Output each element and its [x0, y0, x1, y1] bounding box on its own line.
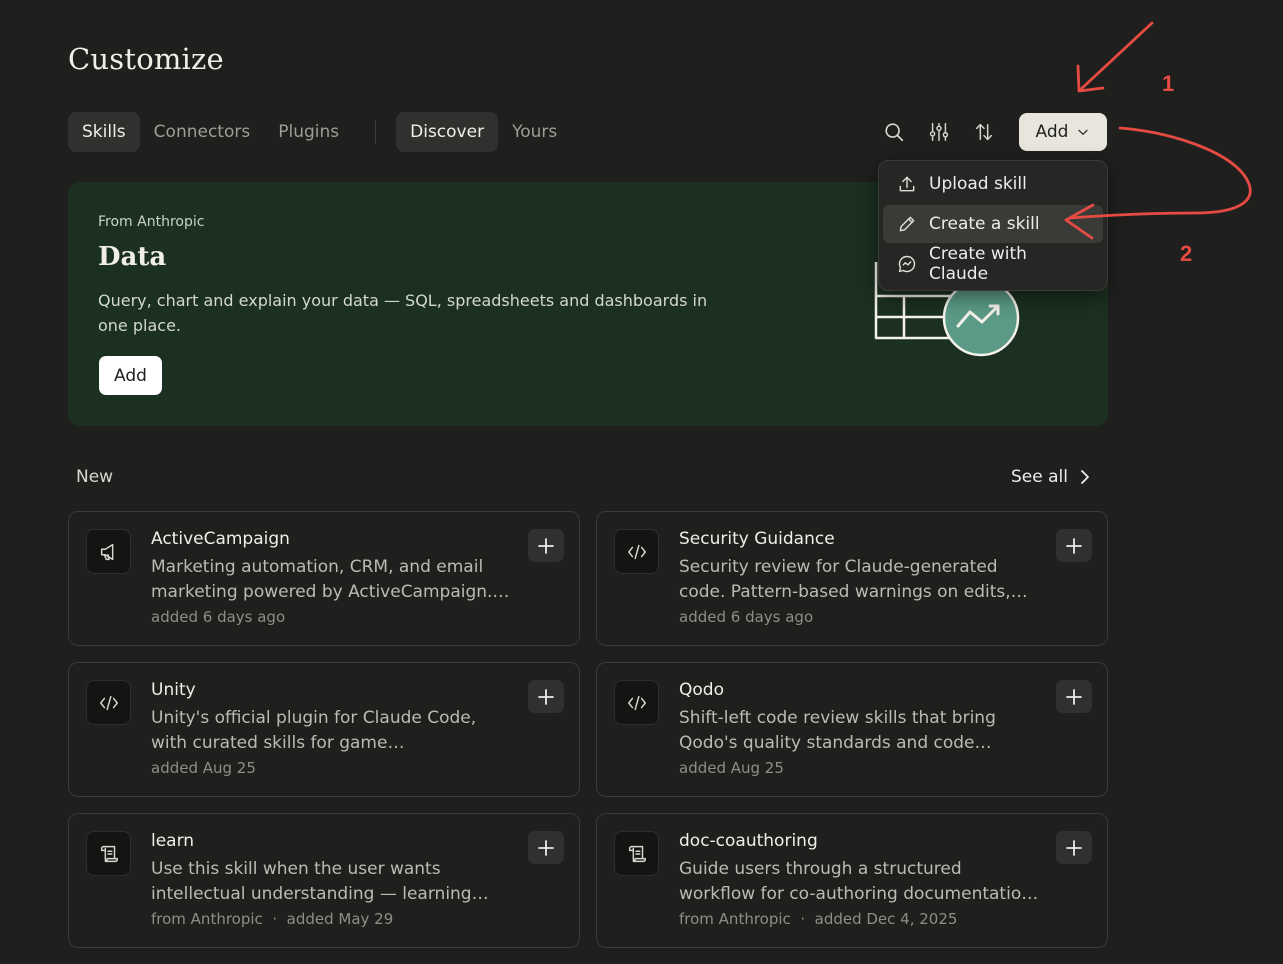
plus-icon	[1066, 688, 1082, 705]
card-title: learn	[151, 831, 195, 851]
card-meta: added 6 days ago	[679, 608, 814, 626]
card-description: Guide users through a structured workflo…	[679, 859, 1038, 904]
skill-card[interactable]: Qodo Shift-left code review skills that …	[596, 662, 1108, 797]
card-title: Qodo	[679, 680, 724, 700]
chat-bubble-icon	[897, 254, 917, 274]
hero-title: Data	[98, 242, 167, 272]
pencil-icon	[897, 214, 917, 234]
tab-plugins[interactable]: Plugins	[264, 112, 353, 152]
card-description: Use this skill when the user wants intel…	[151, 859, 472, 904]
annotation-number-1: 1	[1162, 71, 1175, 96]
search-icon	[885, 123, 904, 142]
add-button-label: Add	[1035, 122, 1069, 142]
tab-divider	[375, 120, 377, 144]
card-title: doc-coauthoring	[679, 831, 818, 851]
menu-item-label: Create with Claude	[929, 244, 1027, 284]
skill-card[interactable]: Security Guidance Security review for Cl…	[596, 511, 1108, 646]
scroll-icon	[614, 831, 659, 876]
card-meta: added Aug 25	[679, 759, 784, 777]
plus-icon	[1066, 537, 1082, 554]
hero-eyebrow: From Anthropic	[98, 214, 205, 230]
card-title: ActiveCampaign	[151, 529, 290, 549]
filter-button[interactable]	[921, 113, 957, 151]
add-card-button[interactable]	[1056, 529, 1092, 562]
add-card-button[interactable]	[528, 529, 564, 562]
search-button[interactable]	[876, 113, 912, 151]
tab-skills[interactable]: Skills	[68, 112, 140, 152]
see-all-link[interactable]: See all	[1011, 467, 1092, 487]
add-card-button[interactable]	[528, 680, 564, 713]
annotation-number-2: 2	[1180, 241, 1193, 266]
card-description: Marketing automation, CRM, and email mar…	[151, 557, 510, 602]
tab-connectors[interactable]: Connectors	[140, 112, 265, 152]
menu-item-label: Create a skill	[929, 214, 1040, 234]
skill-card[interactable]: ActiveCampaign Marketing automation, CRM…	[68, 511, 580, 646]
skill-card[interactable]: doc-coauthoring Guide users through a st…	[596, 813, 1108, 948]
chevron-down-icon	[1078, 129, 1089, 136]
card-description: Shift-left code review skills that bring…	[679, 708, 996, 753]
add-card-button[interactable]	[1056, 831, 1092, 864]
code-icon	[614, 680, 659, 725]
card-meta: added Aug 25	[151, 759, 256, 777]
card-meta: from Anthropic · added Dec 4, 2025	[679, 910, 958, 928]
plus-icon	[538, 537, 554, 554]
code-icon	[86, 680, 131, 725]
card-description: Unity's official plugin for Claude Code,…	[151, 708, 477, 753]
plus-icon	[1066, 839, 1082, 856]
page-title: Customize	[68, 42, 224, 76]
card-title: Unity	[151, 680, 196, 700]
plus-icon	[538, 688, 554, 705]
filter-sliders-icon	[929, 123, 949, 141]
add-button[interactable]: Add	[1019, 113, 1107, 151]
code-icon	[614, 529, 659, 574]
plus-icon	[538, 839, 554, 856]
card-meta: from Anthropic · added May 29	[151, 910, 394, 928]
menu-item-label: Upload skill	[929, 174, 1027, 194]
menu-item-create-with-claude[interactable]: Create with Claude	[883, 244, 1103, 284]
add-card-button[interactable]	[528, 831, 564, 864]
skill-card[interactable]: learn Use this skill when the user wants…	[68, 813, 580, 948]
card-title: Security Guidance	[679, 529, 835, 549]
scroll-icon	[86, 831, 131, 876]
tab-discover[interactable]: Discover	[396, 112, 499, 152]
tab-bar: Skills Connectors Plugins Discover Yours	[68, 112, 571, 152]
tab-yours[interactable]: Yours	[498, 112, 571, 152]
hero-add-button[interactable]: Add	[99, 356, 162, 395]
skill-card[interactable]: Unity Unity's official plugin for Claude…	[68, 662, 580, 797]
card-description: Security review for Claude-generated cod…	[679, 557, 1011, 602]
menu-item-create-skill[interactable]: Create a skill	[883, 205, 1103, 243]
menu-item-upload-skill[interactable]: Upload skill	[883, 165, 1103, 203]
add-dropdown-menu: Upload skill Create a skill Create with …	[878, 160, 1108, 291]
sort-arrows-icon	[975, 123, 993, 141]
add-card-button[interactable]	[1056, 680, 1092, 713]
chevron-right-icon	[1081, 470, 1089, 484]
card-meta: added 6 days ago	[151, 608, 286, 626]
hero-description: Query, chart and explain your data — SQL…	[98, 291, 708, 335]
megaphone-icon	[86, 529, 131, 574]
section-label-new: New	[76, 467, 114, 487]
upload-icon	[897, 174, 917, 194]
see-all-label: See all	[1011, 467, 1068, 487]
sort-button[interactable]	[966, 113, 1002, 151]
